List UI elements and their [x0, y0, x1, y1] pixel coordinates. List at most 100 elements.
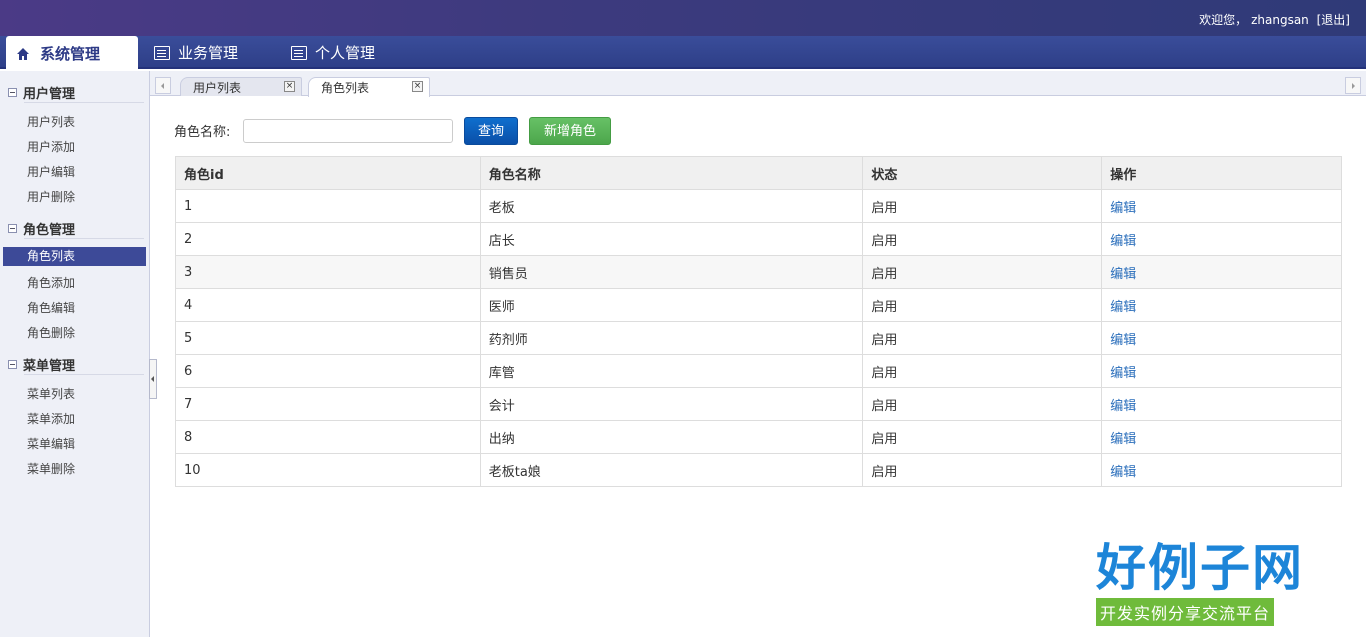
- watermark-logo: 好例子网 开发实例分享交流平台: [1096, 540, 1320, 626]
- sidebar-item-role-add[interactable]: 角色添加: [3, 274, 146, 293]
- sidebar-item-menu-edit[interactable]: 菜单编辑: [3, 435, 146, 454]
- sidebar: 用户管理 用户列表 用户添加 用户编辑 用户删除 角色管理 角色列表 角色添加 …: [0, 71, 150, 637]
- sidebar-item-role-list[interactable]: 角色列表: [3, 247, 146, 266]
- table-row[interactable]: 1 老板 启用 编辑: [175, 189, 1342, 223]
- table-header-row: 角色id 角色名称 状态 操作: [175, 156, 1342, 190]
- page-tab-user-list[interactable]: 用户列表 ×: [180, 77, 302, 96]
- edit-link[interactable]: 编辑: [1110, 465, 1136, 480]
- sidebar-item-user-add[interactable]: 用户添加: [3, 138, 146, 157]
- cell-status: 启用: [862, 420, 1103, 454]
- username: zhangsan: [1251, 13, 1309, 27]
- cell-role-id: 4: [175, 288, 481, 322]
- cell-action: 编辑: [1101, 288, 1342, 322]
- cell-action: 编辑: [1101, 420, 1342, 454]
- cell-role-id: 5: [175, 321, 481, 355]
- tab-business-management[interactable]: 业务管理: [154, 36, 238, 69]
- cell-role-id: 7: [175, 387, 481, 421]
- list-icon: [291, 45, 307, 60]
- table-row[interactable]: 4 医师 启用 编辑: [175, 288, 1342, 322]
- table-row[interactable]: 8 出纳 启用 编辑: [175, 420, 1342, 454]
- sidebar-item-menu-list[interactable]: 菜单列表: [3, 385, 146, 404]
- sidebar-item-menu-add[interactable]: 菜单添加: [3, 410, 146, 429]
- tab-scroll-left-button[interactable]: [155, 77, 171, 94]
- cell-action: 编辑: [1101, 189, 1342, 223]
- page-tab-label: 用户列表: [193, 80, 242, 95]
- table-row[interactable]: 6 库管 启用 编辑: [175, 354, 1342, 388]
- column-header-status[interactable]: 状态: [862, 156, 1103, 190]
- collapse-icon[interactable]: [8, 88, 17, 97]
- cell-action: 编辑: [1101, 354, 1342, 388]
- edit-link[interactable]: 编辑: [1110, 366, 1136, 381]
- role-name-input[interactable]: [243, 119, 453, 143]
- cell-role-name: 出纳: [480, 420, 864, 454]
- divider: [24, 238, 144, 239]
- sidebar-group-menu[interactable]: 菜单管理: [8, 355, 75, 374]
- close-icon[interactable]: ×: [284, 81, 295, 92]
- divider: [24, 102, 144, 103]
- page-tab-label: 角色列表: [321, 81, 370, 95]
- sidebar-item-user-delete[interactable]: 用户删除: [3, 188, 146, 207]
- sidebar-item-user-edit[interactable]: 用户编辑: [3, 163, 146, 182]
- tab-personal-management[interactable]: 个人管理: [291, 36, 375, 69]
- edit-link[interactable]: 编辑: [1110, 399, 1136, 414]
- tab-label: 系统管理: [40, 45, 101, 63]
- page-tab-strip: 用户列表 × 角色列表 ×: [150, 71, 1366, 97]
- cell-status: 启用: [862, 321, 1103, 355]
- cell-action: 编辑: [1101, 222, 1342, 256]
- divider: [24, 374, 144, 375]
- sidebar-item-menu-delete[interactable]: 菜单删除: [3, 460, 146, 479]
- edit-link[interactable]: 编辑: [1110, 201, 1136, 216]
- group-title: 菜单管理: [23, 359, 76, 374]
- tab-label: 业务管理: [178, 44, 239, 62]
- tab-scroll-right-button[interactable]: [1345, 77, 1361, 94]
- table-row[interactable]: 5 药剂师 启用 编辑: [175, 321, 1342, 355]
- close-icon[interactable]: ×: [412, 81, 423, 92]
- cell-status: 启用: [862, 288, 1103, 322]
- cell-status: 启用: [862, 387, 1103, 421]
- sidebar-group-role[interactable]: 角色管理: [8, 219, 75, 238]
- add-role-button[interactable]: 新增角色: [529, 117, 611, 145]
- top-bar: 欢迎您， zhangsan [退出]: [0, 0, 1366, 36]
- collapse-icon[interactable]: [8, 360, 17, 369]
- cell-role-name: 医师: [480, 288, 864, 322]
- logout-link[interactable]: [退出]: [1317, 13, 1350, 27]
- cell-role-name: 老板ta娘: [480, 453, 864, 487]
- collapse-icon[interactable]: [8, 224, 17, 233]
- cell-role-id: 10: [175, 453, 481, 487]
- edit-link[interactable]: 编辑: [1110, 234, 1136, 249]
- cell-action: 编辑: [1101, 321, 1342, 355]
- sidebar-item-role-edit[interactable]: 角色编辑: [3, 299, 146, 318]
- sidebar-item-role-delete[interactable]: 角色删除: [3, 324, 146, 343]
- role-table: 角色id 角色名称 状态 操作 1 老板 启用 编辑 2 店长 启用 编辑 3 …: [175, 156, 1342, 487]
- cell-role-name: 库管: [480, 354, 864, 388]
- sidebar-item-user-list[interactable]: 用户列表: [3, 113, 146, 132]
- cell-role-name: 销售员: [480, 255, 864, 289]
- tab-system-management[interactable]: 系统管理: [6, 36, 138, 71]
- edit-link[interactable]: 编辑: [1110, 333, 1136, 348]
- table-row[interactable]: 3 销售员 启用 编辑: [175, 255, 1342, 289]
- table-row[interactable]: 7 会计 启用 编辑: [175, 387, 1342, 421]
- page-tab-role-list[interactable]: 角色列表 ×: [308, 77, 430, 97]
- sidebar-group-user[interactable]: 用户管理: [8, 83, 75, 102]
- role-name-label: 角色名称:: [174, 125, 231, 140]
- cell-role-name: 会计: [480, 387, 864, 421]
- column-header-role-id[interactable]: 角色id: [175, 156, 481, 190]
- column-header-role-name[interactable]: 角色名称: [480, 156, 864, 190]
- cell-role-id: 6: [175, 354, 481, 388]
- user-info: 欢迎您， zhangsan [退出]: [1195, 11, 1350, 28]
- logo-title: 好例子网: [1096, 538, 1304, 597]
- logo-subtitle: 开发实例分享交流平台: [1096, 598, 1275, 626]
- edit-link[interactable]: 编辑: [1110, 300, 1136, 315]
- group-title: 角色管理: [23, 223, 76, 238]
- edit-link[interactable]: 编辑: [1110, 267, 1136, 282]
- table-row[interactable]: 2 店长 启用 编辑: [175, 222, 1342, 256]
- table-row[interactable]: 10 老板ta娘 启用 编辑: [175, 453, 1342, 487]
- cell-role-id: 3: [175, 255, 481, 289]
- cell-role-name: 药剂师: [480, 321, 864, 355]
- cell-role-id: 1: [175, 189, 481, 223]
- list-icon: [154, 45, 170, 60]
- edit-link[interactable]: 编辑: [1110, 432, 1136, 447]
- cell-status: 启用: [862, 453, 1103, 487]
- cell-action: 编辑: [1101, 387, 1342, 421]
- query-button[interactable]: 查询: [464, 117, 518, 145]
